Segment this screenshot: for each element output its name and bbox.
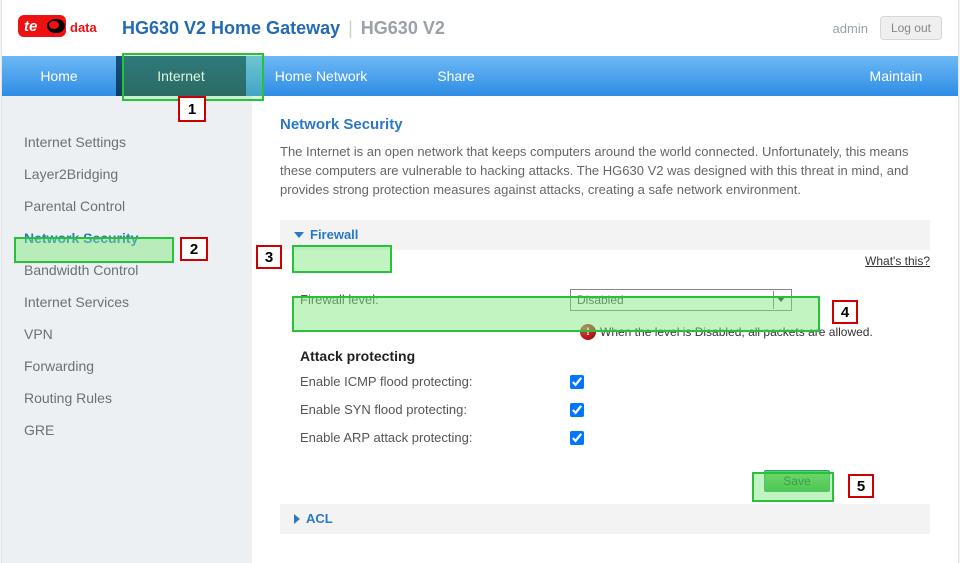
syn-checkbox[interactable] <box>570 403 584 417</box>
nav-share[interactable]: Share <box>396 56 516 96</box>
sidebar-item-internet-services[interactable]: Internet Services <box>2 286 252 318</box>
section-acl-label: ACL <box>306 511 333 526</box>
attack-protecting-heading: Attack protecting <box>280 348 930 364</box>
sidebar-item-gre[interactable]: GRE <box>2 414 252 446</box>
firewall-level-row: Firewall level: Disabled <box>280 280 930 320</box>
header: te data HG630 V2 Home Gateway | HG630 V2… <box>2 0 958 56</box>
title-separator: | <box>348 18 353 39</box>
arp-label: Enable ARP attack protecting: <box>300 430 570 445</box>
save-button[interactable]: Save <box>764 470 830 492</box>
main-nav: Home Internet Home Network Share Maintai… <box>2 56 958 96</box>
chevron-right-icon <box>294 514 300 524</box>
whats-this-link[interactable]: What's this? <box>280 254 930 268</box>
select-caret-icon <box>773 291 787 309</box>
sidebar-item-routing-rules[interactable]: Routing Rules <box>2 382 252 414</box>
sidebar-item-vpn[interactable]: VPN <box>2 318 252 350</box>
nav-home[interactable]: Home <box>2 56 116 96</box>
main-panel: Network Security The Internet is an open… <box>252 96 958 563</box>
section-firewall[interactable]: Firewall <box>280 220 930 250</box>
intro-text: The Internet is an open network that kee… <box>280 143 930 200</box>
arp-checkbox[interactable] <box>570 431 584 445</box>
icmp-row: Enable ICMP flood protecting: <box>280 368 930 396</box>
current-user: admin <box>833 21 868 36</box>
svg-text:data: data <box>70 20 98 35</box>
nav-home-network[interactable]: Home Network <box>246 56 396 96</box>
syn-label: Enable SYN flood protecting: <box>300 402 570 417</box>
icmp-checkbox[interactable] <box>570 375 584 389</box>
brand-logo: te data <box>18 11 108 45</box>
syn-row: Enable SYN flood protecting: <box>280 396 930 424</box>
section-acl[interactable]: ACL <box>280 504 930 534</box>
firewall-warning: ! When the level is Disabled, all packet… <box>280 324 930 340</box>
logout-button[interactable]: Log out <box>880 16 942 40</box>
arp-row: Enable ARP attack protecting: <box>280 424 930 452</box>
sidebar-item-bandwidth-control[interactable]: Bandwidth Control <box>2 254 252 286</box>
section-firewall-label: Firewall <box>310 227 358 242</box>
product-model: HG630 V2 <box>361 18 445 39</box>
page-heading: Network Security <box>280 116 930 133</box>
nav-maintain[interactable]: Maintain <box>834 56 958 96</box>
sidebar-item-forwarding[interactable]: Forwarding <box>2 350 252 382</box>
sidebar-item-layer2bridging[interactable]: Layer2Bridging <box>2 158 252 190</box>
firewall-level-select[interactable]: Disabled <box>570 289 792 311</box>
sidebar-item-network-security[interactable]: Network Security <box>2 222 252 254</box>
firewall-level-label: Firewall level: <box>300 292 570 307</box>
nav-internet[interactable]: Internet <box>116 56 246 96</box>
firewall-level-value: Disabled <box>577 293 624 307</box>
firewall-warning-text: When the level is Disabled, all packets … <box>600 325 873 339</box>
icmp-label: Enable ICMP flood protecting: <box>300 374 570 389</box>
chevron-down-icon <box>294 232 304 238</box>
alert-icon: ! <box>580 324 596 340</box>
svg-text:te: te <box>24 18 37 35</box>
sidebar: Internet Settings Layer2Bridging Parenta… <box>2 96 252 563</box>
product-title: HG630 V2 Home Gateway <box>122 18 340 39</box>
sidebar-item-internet-settings[interactable]: Internet Settings <box>2 126 252 158</box>
sidebar-item-parental-control[interactable]: Parental Control <box>2 190 252 222</box>
